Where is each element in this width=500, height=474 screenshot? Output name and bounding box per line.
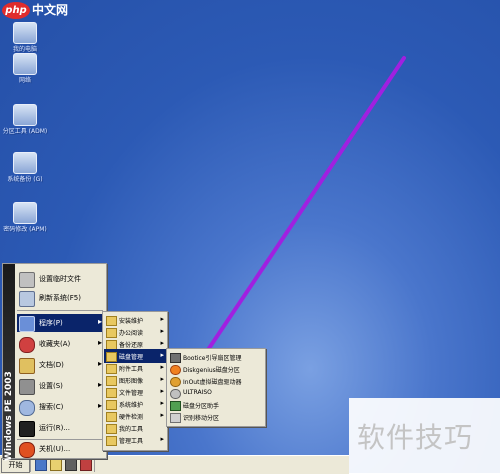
menu-item-label: 我的工具 bbox=[119, 426, 144, 433]
explorer-icon[interactable] bbox=[50, 459, 62, 471]
start-menu-brand: Windows PE 2003 bbox=[4, 371, 14, 461]
menu-item-label: 磁盘分区助手 bbox=[183, 403, 220, 410]
menu-item-label: 刷新系统(F5) bbox=[39, 294, 81, 302]
menu-item-label: 搜索(C) bbox=[39, 403, 64, 411]
submenu-arrow-icon: ▸ bbox=[160, 363, 164, 371]
menu-item-label: 程序(P) bbox=[39, 319, 63, 327]
disk-item-recognize-removable[interactable]: 识别移动分区 bbox=[168, 410, 264, 424]
menu-item-label: 安装维护 bbox=[119, 318, 144, 325]
start-menu-item-favorites[interactable]: 收藏夹(A) ▸ bbox=[17, 335, 105, 353]
search-icon bbox=[19, 400, 35, 416]
watermark: 软件技巧 bbox=[349, 398, 500, 473]
menu-item-label: Diskgenius磁盘分区 bbox=[183, 367, 240, 374]
programs-icon bbox=[19, 316, 35, 332]
submenu-arrow-icon: ▸ bbox=[160, 375, 164, 383]
start-menu-item-shutdown[interactable]: 关机(U)... bbox=[17, 440, 105, 458]
start-menu-item-temp-files[interactable]: 设置临时文件 bbox=[17, 270, 105, 288]
menu-item-label: 收藏夹(A) bbox=[39, 340, 71, 348]
tool-icon[interactable] bbox=[80, 459, 92, 471]
taskbar-divider bbox=[30, 458, 31, 472]
console-icon[interactable] bbox=[65, 459, 77, 471]
menu-item-label: 设置临时文件 bbox=[39, 275, 81, 283]
submenu-arrow-icon: ▸ bbox=[160, 399, 164, 407]
menu-item-label: 识别移动分区 bbox=[183, 415, 220, 422]
start-menu: Windows PE 2003 设置临时文件 刷新系统(F5) 程序(P) ▸ … bbox=[2, 263, 107, 461]
submenu-arrow-icon: ▸ bbox=[160, 351, 164, 359]
menu-item-label: 硬件检测 bbox=[119, 414, 144, 421]
settings-icon bbox=[19, 379, 35, 395]
menu-separator bbox=[17, 310, 103, 311]
documents-icon bbox=[19, 358, 35, 374]
submenu-arrow-icon: ▸ bbox=[160, 315, 164, 323]
menu-item-label: 办公阅读 bbox=[119, 330, 144, 337]
menu-item-label: 系统维护 bbox=[119, 402, 144, 409]
menu-item-label: 图形图像 bbox=[119, 378, 144, 385]
disk-management-submenu: Bootice引导扇区管理 Diskgenius磁盘分区 InOut虚拟磁盘驱动… bbox=[166, 348, 266, 427]
programs-item-admin[interactable]: 管理工具 ▸ bbox=[104, 433, 166, 447]
submenu-arrow-icon: ▸ bbox=[160, 387, 164, 395]
start-menu-item-documents[interactable]: 文档(D) ▸ bbox=[17, 356, 105, 374]
menu-item-label: 磁盘管理 bbox=[119, 354, 144, 361]
submenu-arrow-icon: ▸ bbox=[160, 435, 164, 443]
menu-item-label: 文档(D) bbox=[39, 361, 64, 369]
start-menu-item-search[interactable]: 搜索(C) ▸ bbox=[17, 398, 105, 416]
desktop-background: php 中文网 我的电脑 网络 分区工具 (ADM) 系统备份 (G) 密码修改… bbox=[0, 0, 500, 474]
folder-settings-icon bbox=[19, 272, 35, 288]
folder-icon bbox=[106, 436, 117, 446]
menu-item-label: Bootice引导扇区管理 bbox=[183, 355, 242, 362]
menu-item-label: 设置(S) bbox=[39, 382, 63, 390]
start-menu-item-run[interactable]: 运行(R)... bbox=[17, 419, 105, 437]
submenu-arrow-icon: ▸ bbox=[160, 339, 164, 347]
menu-item-label: 备份还原 bbox=[119, 342, 144, 349]
submenu-arrow-icon: ▸ bbox=[160, 327, 164, 335]
submenu-arrow-icon: ▸ bbox=[160, 411, 164, 419]
start-menu-brand-band: Windows PE 2003 bbox=[3, 264, 15, 461]
start-menu-item-refresh[interactable]: 刷新系统(F5) bbox=[17, 289, 105, 307]
menu-item-label: 关机(U)... bbox=[39, 445, 71, 453]
power-icon bbox=[19, 442, 35, 458]
show-desktop-icon[interactable] bbox=[35, 459, 47, 471]
run-icon bbox=[19, 421, 35, 437]
menu-item-label: 运行(R)... bbox=[39, 424, 71, 432]
start-menu-item-settings[interactable]: 设置(S) ▸ bbox=[17, 377, 105, 395]
menu-item-label: 附件工具 bbox=[119, 366, 144, 373]
start-menu-item-programs[interactable]: 程序(P) ▸ bbox=[17, 314, 105, 332]
menu-item-label: InOut虚拟磁盘驱动器 bbox=[183, 379, 242, 386]
menu-item-label: 管理工具 bbox=[119, 438, 144, 445]
refresh-icon bbox=[19, 291, 35, 307]
programs-submenu: 安装维护 ▸ 办公阅读 ▸ 备份还原 ▸ 磁盘管理 ▸ 附件工具 ▸ 图形图像 … bbox=[102, 311, 168, 451]
menu-item-label: ULTRAISO bbox=[183, 389, 212, 396]
watermark-text: 软件技巧 bbox=[357, 421, 474, 454]
removable-disk-icon bbox=[170, 413, 181, 423]
menu-item-label: 文件管理 bbox=[119, 390, 144, 397]
favorites-heart-icon bbox=[19, 337, 35, 353]
taskbar-divider bbox=[94, 458, 95, 472]
